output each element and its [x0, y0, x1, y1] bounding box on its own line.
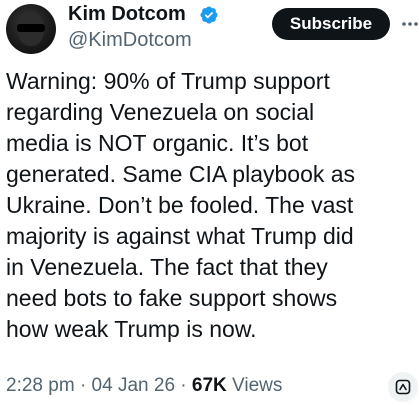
avatar[interactable]	[6, 4, 56, 54]
tweet-text-line: media is NOT organic. It’s bot	[6, 130, 309, 156]
tweet-text-line: Ukraine. Don’t be fooled. The vast	[6, 192, 354, 218]
grok-explain-button[interactable]	[388, 372, 418, 402]
subscribe-button[interactable]: Subscribe	[272, 8, 390, 40]
author-name[interactable]: Kim Dotcom	[68, 2, 186, 26]
tweet-time[interactable]: 2:28 pm	[6, 375, 75, 396]
tweet-text-line: in Venezuela. The fact that they	[6, 254, 328, 280]
meta-separator: ·	[180, 375, 187, 396]
grok-explain-icon	[395, 379, 411, 395]
more-options-icon[interactable]	[400, 14, 420, 34]
author-handle[interactable]: @KimDotcom	[68, 28, 192, 52]
tweet-text-line: Warning: 90% of Trump support	[6, 68, 330, 94]
tweet-date[interactable]: 04 Jan 26	[92, 375, 175, 396]
tweet-text-line: majority is against what Trump did	[6, 223, 354, 249]
avatar-glasses	[17, 24, 45, 32]
tweet-card: Kim Dotcom @KimDotcom Subscribe Warning:…	[0, 0, 420, 405]
tweet-text-line: how weak Trump is now.	[6, 316, 257, 342]
tweet-text-line: generated. Same CIA playbook as	[6, 161, 356, 187]
tweet-metadata: 2:28 pm · 04 Jan 26 · 67K Views	[6, 374, 282, 398]
tweet-text: Warning: 90% of Trump support regarding …	[6, 66, 414, 345]
views-label: Views	[232, 375, 283, 396]
meta-separator: ·	[79, 375, 87, 396]
views-count: 67K	[191, 375, 227, 396]
tweet-text-line: regarding Venezuela on social	[6, 99, 315, 125]
tweet-text-line: need bots to fake support shows	[6, 285, 338, 311]
verified-badge-icon	[200, 6, 218, 24]
